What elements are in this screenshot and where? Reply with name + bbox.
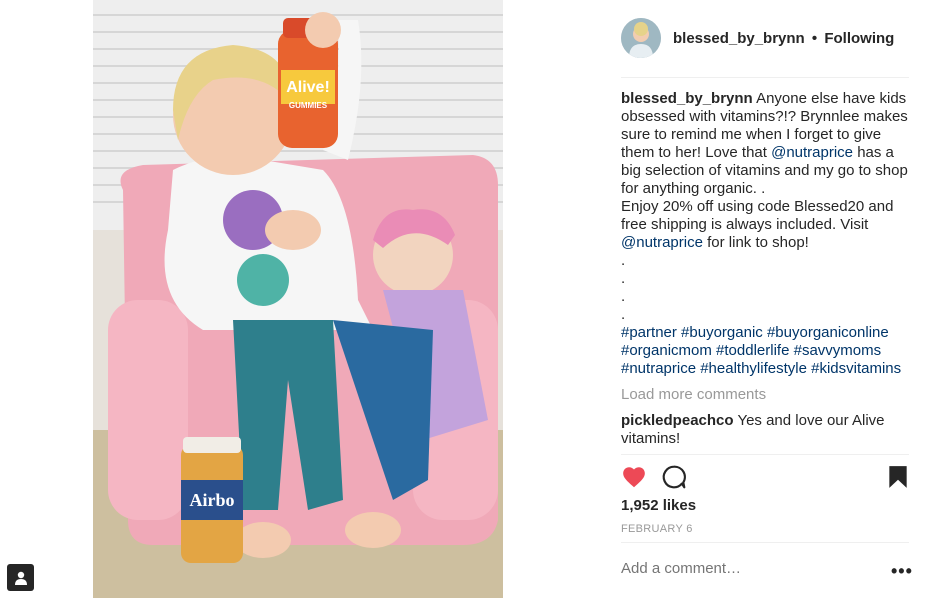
caption-username[interactable]: blessed_by_brynn [621,90,753,107]
caption-dot: . [621,306,626,323]
hashtag-link[interactable]: #buyorganic [681,324,763,341]
comment-text: vitamins! [621,430,681,447]
caption-text: Enjoy 20% off using code Blessed20 and [621,198,894,215]
caption-text: Anyone else have kids [756,90,907,107]
hashtag-link[interactable]: #toddlerlife [716,342,789,359]
caption: blessed_by_brynn Anyone else have kids o… [621,90,913,378]
caption-text: free shipping is always included. Visit [621,216,869,233]
avatar[interactable] [621,18,661,58]
avatar-image [621,18,661,58]
caption-dot: . [621,288,626,305]
caption-dot: . [621,270,626,287]
post-sidebar: blessed_by_brynn • Following blessed_by_… [603,0,932,598]
divider [621,454,909,455]
add-comment-input[interactable] [621,560,881,577]
photo-area: Alive! GUMMIES Airbo [0,0,600,598]
header-text: blessed_by_brynn • Following [673,30,894,47]
comment: pickledpeachco Yes and love our Alive vi… [621,412,913,448]
comments-section: blessed_by_brynn Anyone else have kids o… [621,90,913,448]
load-more-comments-button[interactable]: Load more comments [621,386,913,404]
hashtag-link[interactable]: #organicmom [621,342,712,359]
svg-text:GUMMIES: GUMMIES [289,101,328,110]
caption-text: them to her! Love that [621,144,772,161]
header-separator: • [811,30,818,47]
caption-text: sure to remind me when I forget to give [621,126,882,143]
person-icon [14,571,27,585]
post-header: blessed_by_brynn • Following [621,18,909,78]
caption-text: obsessed with vitamins?!? Brynnlee makes [621,108,908,125]
action-bar [621,464,909,490]
caption-text: big selection of vitamins and my go to s… [621,162,908,179]
tagged-users-button[interactable] [7,564,34,591]
bookmark-icon[interactable] [887,464,909,490]
likes-count[interactable]: 1,952 likes [621,497,696,514]
svg-text:Airbo: Airbo [190,490,235,510]
comment-text: Yes and love our Alive [737,412,885,429]
heart-icon[interactable] [621,464,647,490]
hashtag-link[interactable]: #buyorganiconline [767,324,889,341]
hashtag-link[interactable]: #kidsvitamins [811,360,901,377]
mention-link[interactable]: @nutraprice [621,234,703,251]
caption-text: for anything organic. . [621,180,766,197]
post-author-username[interactable]: blessed_by_brynn [673,30,805,47]
post-photo[interactable]: Alive! GUMMIES Airbo [93,0,503,598]
post-photo-illustration: Alive! GUMMIES Airbo [93,0,503,598]
following-button[interactable]: Following [824,30,894,47]
comment-username[interactable]: pickledpeachco [621,412,734,429]
svg-text:Alive!: Alive! [286,79,330,96]
post-date[interactable]: FEBRUARY 6 [621,523,693,535]
caption-text: for link to shop! [702,234,809,251]
hashtag-link[interactable]: #healthylifestyle [700,360,807,377]
caption-dot: . [621,252,626,269]
caption-text: has a [853,144,894,161]
mention-link[interactable]: @nutraprice [771,144,853,161]
hashtag-link[interactable]: #nutraprice [621,360,696,377]
hashtag-link[interactable]: #savvymoms [794,342,882,359]
comment-icon[interactable] [661,464,687,490]
hashtag-link[interactable]: #partner [621,324,677,341]
more-options-button[interactable]: ••• [891,562,913,580]
divider [621,542,909,543]
